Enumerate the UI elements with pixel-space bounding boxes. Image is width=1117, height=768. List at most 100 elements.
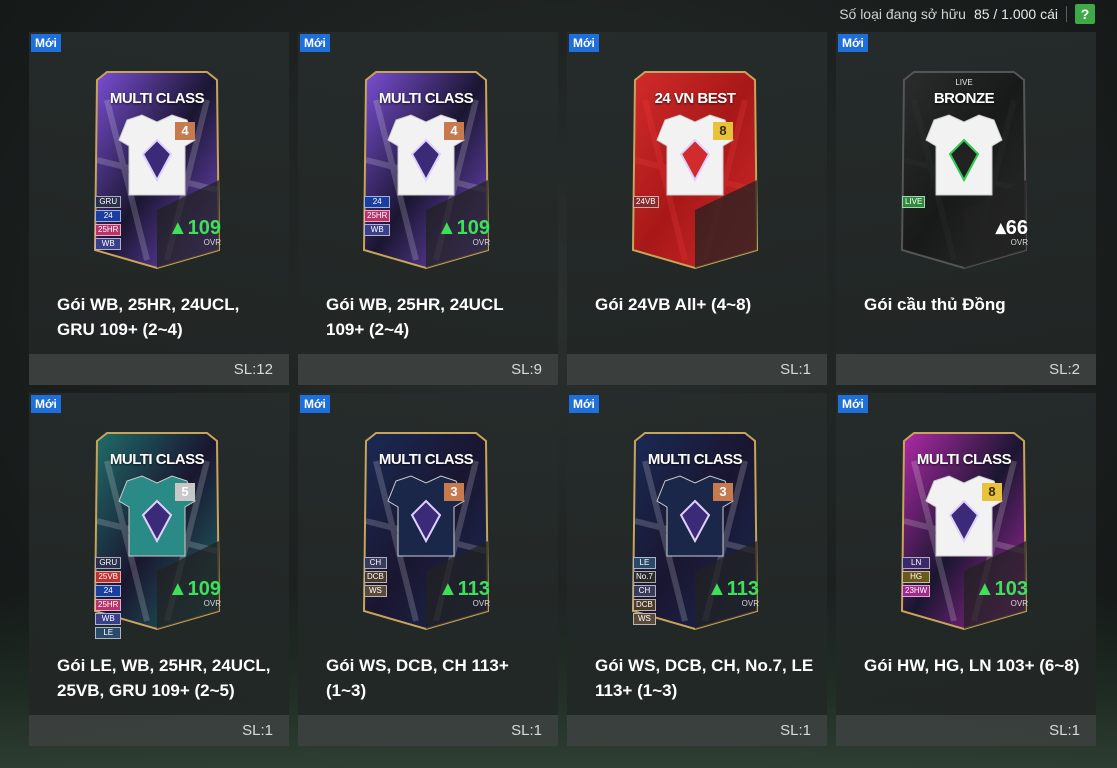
- season-tag: WB: [95, 613, 122, 625]
- season-tag: 25HR: [95, 599, 122, 611]
- pack-tile[interactable]: Mới MULTI CLASS 4 24 25HR WB ▲109 OVR Gói …: [298, 32, 558, 385]
- grade-badge: 4: [444, 122, 464, 140]
- grade-badge: 3: [444, 483, 464, 501]
- pack-tile[interactable]: Mới MULTI CLASS 4 GRU 24 25HR WB ▲109 OVR G…: [29, 32, 289, 385]
- season-tags: LIVE: [902, 196, 926, 208]
- season-tag: WS: [633, 613, 656, 625]
- pack-card[interactable]: MULTI CLASS 8 LN HG 23HW ▲103 OVR: [894, 431, 1034, 631]
- season-tags: 24 25HR WB: [364, 196, 391, 236]
- pack-tile[interactable]: Mới MULTI CLASS 3 LE No.7 CH DCB WS ▲113 OVR…: [567, 393, 827, 746]
- new-badge: Mới: [300, 395, 330, 413]
- season-tag: 25HR: [364, 210, 391, 222]
- pack-grid: Mới MULTI CLASS 4 GRU 24 25HR WB ▲109 OVR G…: [29, 32, 1096, 746]
- card-title: MULTI CLASS: [109, 451, 205, 468]
- season-tag: 23HW: [902, 585, 931, 597]
- pack-tile[interactable]: Mới MULTI CLASS 8 LN HG 23HW ▲103 OVR Gói …: [836, 393, 1096, 746]
- pack-quantity: SL:9: [298, 354, 558, 385]
- pack-quantity: SL:12: [29, 354, 289, 385]
- pack-tile[interactable]: Mới 24 VN BEST 8 24VB Gói 24VB All+ (4~8…: [567, 32, 827, 385]
- new-badge: Mới: [31, 34, 61, 52]
- grade-badge: 8: [713, 122, 733, 140]
- season-tags: 24VB: [633, 196, 659, 208]
- pack-tile[interactable]: Mới MULTI CLASS 5 GRU 25VB 24 25HR WB LE ▲109…: [29, 393, 289, 746]
- card-title: MULTI CLASS: [647, 451, 743, 468]
- pack-name: Gói LE, WB, 25HR, 24UCL, 25VB, GRU 109+ …: [57, 656, 271, 700]
- season-tag: CH: [364, 557, 387, 569]
- pack-quantity: SL:1: [567, 354, 827, 385]
- grade-badge: 8: [982, 483, 1002, 501]
- season-tag: 25VB: [95, 571, 122, 583]
- ovr-label: OVR: [203, 238, 221, 247]
- season-tag: No.7: [633, 571, 656, 583]
- pack-card[interactable]: MULTI CLASS 3 LE No.7 CH DCB WS ▲113 OVR: [625, 431, 765, 631]
- ovr-value: ▲109: [436, 217, 490, 239]
- pack-card[interactable]: MULTI CLASS 5 GRU 25VB 24 25HR WB LE ▲109 OVR: [87, 431, 227, 639]
- pack-card[interactable]: MULTI CLASS 3 CH DCB WS ▲113 OVR: [356, 431, 496, 631]
- pack-quantity: SL:1: [567, 715, 827, 746]
- ovr-value: ▲113: [437, 578, 490, 600]
- pack-name: Gói WB, 25HR, 24UCL 109+ (2~4): [326, 295, 504, 339]
- new-badge: Mới: [838, 395, 868, 413]
- new-badge: Mới: [300, 34, 330, 52]
- ovr-label: OVR: [741, 599, 759, 608]
- season-tag: 24: [95, 210, 122, 222]
- pack-tile[interactable]: Mới LIVE BRONZE LIVE ▴66 OVR Gói cầu thủ…: [836, 32, 1096, 385]
- pack-name: Gói 24VB All+ (4~8): [595, 295, 752, 314]
- ovr-label: OVR: [1010, 238, 1028, 247]
- new-badge: Mới: [838, 34, 868, 52]
- ovr-value: ▲113: [706, 578, 759, 600]
- ovr-block: ▴66 OVR: [996, 218, 1028, 247]
- card-title: MULTI CLASS: [378, 90, 474, 107]
- ovr-value: ▲109: [167, 217, 221, 239]
- season-tag: LE: [95, 627, 122, 639]
- ovr-block: ▲113 OVR: [438, 579, 490, 608]
- card-title: MULTI CLASS: [916, 451, 1012, 468]
- pack-name: Gói cầu thủ Đồng: [864, 295, 1006, 314]
- season-tags: CH DCB WS: [364, 557, 387, 597]
- pack-tile[interactable]: Mới MULTI CLASS 3 CH DCB WS ▲113 OVR Gói W…: [298, 393, 558, 746]
- pack-quantity: SL:1: [29, 715, 289, 746]
- season-tag: 24VB: [633, 196, 659, 208]
- season-tag: GRU: [95, 196, 122, 208]
- pack-quantity: SL:2: [836, 354, 1096, 385]
- ovr-label: OVR: [472, 238, 490, 247]
- help-button[interactable]: ?: [1075, 4, 1095, 24]
- new-badge: Mới: [31, 395, 61, 413]
- season-tag: WS: [364, 585, 387, 597]
- new-badge: Mới: [569, 395, 599, 413]
- pack-card[interactable]: MULTI CLASS 4 24 25HR WB ▲109 OVR: [356, 70, 496, 270]
- ownership-bar: Số loại đang sở hữu 85 / 1.000 cái ?: [839, 3, 1095, 25]
- pack-quantity: SL:1: [298, 715, 558, 746]
- card-subtitle: LIVE: [955, 78, 973, 87]
- season-tags: GRU 25VB 24 25HR WB LE: [95, 557, 122, 639]
- season-tag: 24: [95, 585, 122, 597]
- card-title: 24 VN BEST: [654, 90, 736, 107]
- ovr-block: ▲109 OVR: [168, 579, 221, 608]
- pack-name: Gói HW, HG, LN 103+ (6~8): [864, 656, 1080, 675]
- season-tag: 25HR: [95, 224, 122, 236]
- season-tag: HG: [902, 571, 931, 583]
- owned-count: 85 / 1.000 cái: [973, 6, 1058, 22]
- pack-name: Gói WS, DCB, CH, No.7, LE 113+ (1~3): [595, 656, 814, 700]
- ovr-block: ▲109 OVR: [168, 218, 221, 247]
- owned-label: Số loại đang sở hữu: [839, 6, 966, 22]
- card-title: MULTI CLASS: [378, 451, 474, 468]
- season-tag: DCB: [364, 571, 387, 583]
- season-tag: CH: [633, 585, 656, 597]
- pack-card[interactable]: MULTI CLASS 4 GRU 24 25HR WB ▲109 OVR: [87, 70, 227, 270]
- pack-card[interactable]: LIVE BRONZE LIVE ▴66 OVR: [894, 70, 1034, 270]
- grade-badge: 4: [175, 122, 195, 140]
- pack-card[interactable]: 24 VN BEST 8 24VB: [625, 70, 765, 270]
- season-tag: LE: [633, 557, 656, 569]
- card-title: MULTI CLASS: [109, 90, 205, 107]
- ovr-label: OVR: [1010, 599, 1028, 608]
- season-tag: LN: [902, 557, 931, 569]
- grade-badge: 3: [713, 483, 733, 501]
- ovr-block: ▲109 OVR: [437, 218, 490, 247]
- grade-badge: 5: [175, 483, 195, 501]
- ovr-value: ▲103: [974, 578, 1028, 600]
- season-tag: 24: [364, 196, 391, 208]
- new-badge: Mới: [569, 34, 599, 52]
- season-tag: WB: [364, 224, 391, 236]
- pack-quantity: SL:1: [836, 715, 1096, 746]
